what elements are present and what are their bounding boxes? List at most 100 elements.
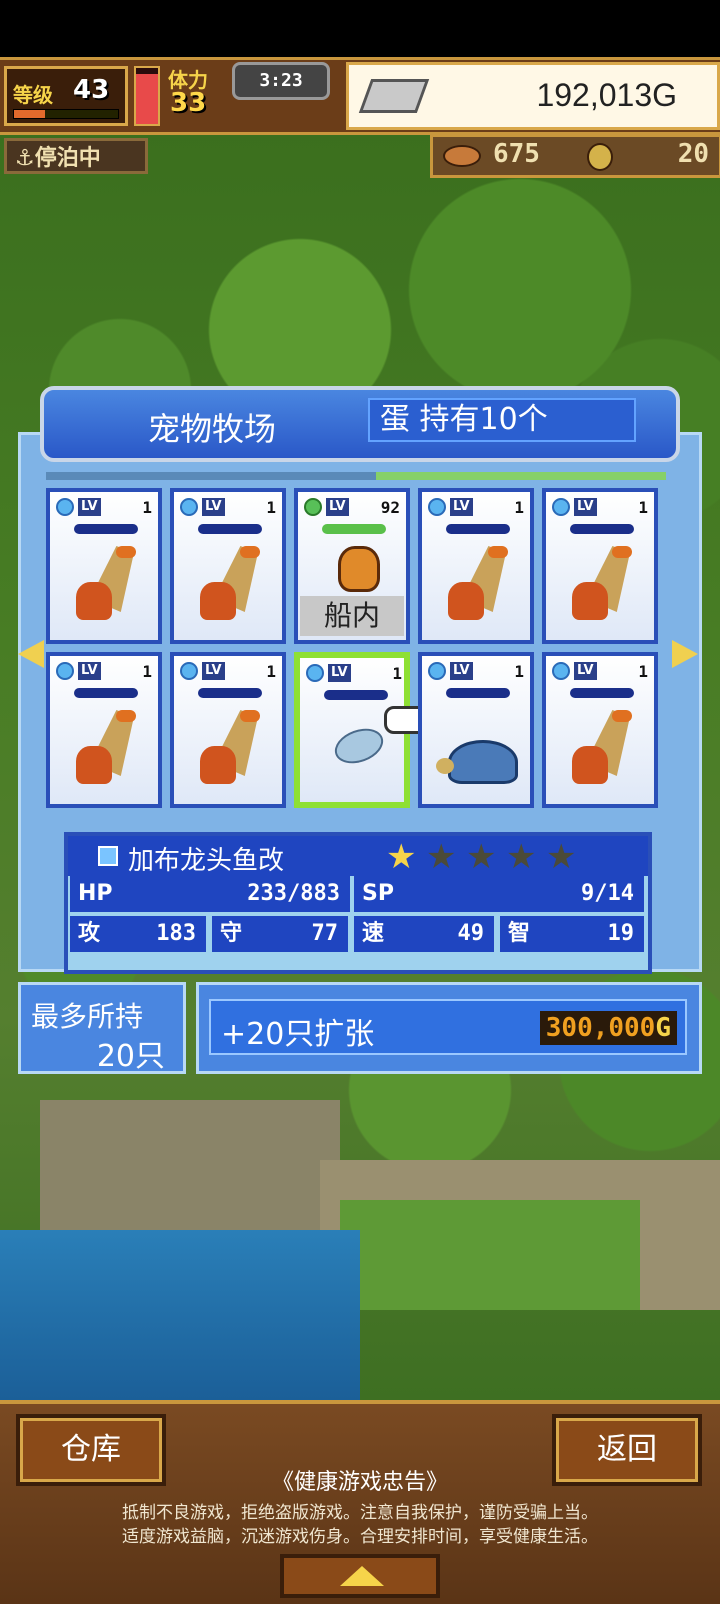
hermit-crab-sprite-icon	[572, 546, 636, 622]
sp-value: 9/14	[581, 881, 634, 906]
level-label: LV	[450, 662, 473, 680]
anchor-icon: ⚓	[15, 146, 35, 171]
expand-menu-button[interactable]	[280, 1554, 440, 1598]
on-ship-tag: 船内	[300, 596, 404, 636]
pet-card[interactable]: LV 1	[418, 652, 534, 808]
exp-bar	[13, 109, 119, 119]
water-element-icon	[552, 498, 570, 516]
hermit-crab-sprite-icon	[76, 546, 140, 622]
level-tag: LV 1	[428, 498, 524, 518]
pet-card[interactable]: LV 1	[170, 488, 286, 644]
level-tag: LV 1	[306, 664, 402, 684]
defense-label: 守	[220, 921, 243, 946]
water-element-icon	[98, 846, 118, 866]
star-empty-icon: ★	[426, 837, 457, 877]
speed-value: 49	[457, 921, 485, 946]
pet-hp-bar	[446, 524, 510, 534]
silver-bar-icon	[358, 79, 430, 113]
level-number: 1	[266, 498, 276, 517]
level-number: 1	[392, 664, 402, 683]
gold-value: 192,013G	[536, 77, 677, 113]
expand-price-value: 300,000	[545, 1013, 656, 1043]
pet-card[interactable]: LV 92 船内	[294, 488, 410, 644]
level-label: LV	[78, 662, 101, 680]
pet-hp-bar	[570, 688, 634, 698]
pet-info-box: 加布龙头鱼改 ★ ★ ★ ★ ★ HP 233/883 SP 9/14 攻 183 守 …	[64, 832, 652, 974]
arrow-up-icon	[340, 1566, 384, 1586]
pet-card[interactable]: LV 1	[46, 488, 162, 644]
prev-page-arrow-icon[interactable]	[18, 640, 44, 668]
water-element-icon	[428, 498, 446, 516]
pet-name: 加布龙头鱼改	[128, 846, 285, 876]
water-element-icon	[180, 498, 198, 516]
level-number: 92	[380, 498, 400, 517]
resource-display: 675 20	[430, 134, 720, 178]
anchor-label: 停泊中	[34, 146, 101, 171]
scrollbar-thumb[interactable]	[376, 472, 666, 480]
hermit-crab-sprite-icon	[76, 710, 140, 786]
status-bar: 等级 43 体力 33 3:23 192,013G	[0, 57, 720, 135]
speed-stat: 速 49	[354, 916, 494, 952]
fish-count: 675	[493, 139, 540, 169]
pet-hp-bar	[446, 688, 510, 698]
hp-value: 233/883	[247, 881, 340, 906]
health-notice-line: 抵制不良游戏，拒绝盗版游戏。注意自我保护，谨防受骗上当。	[122, 1503, 598, 1523]
water-element-icon	[180, 662, 198, 680]
water-element-icon	[56, 662, 74, 680]
star-empty-icon: ★	[506, 837, 537, 877]
expand-box: +20只扩张 300,000G	[196, 982, 702, 1074]
level-tag: LV 1	[180, 662, 276, 682]
star-empty-icon: ★	[546, 837, 577, 877]
level-tag: LV 1	[552, 662, 648, 682]
level-label: LV	[78, 498, 101, 516]
expand-capacity-button[interactable]: +20只扩张 300,000G	[209, 999, 687, 1055]
defense-stat: 守 77	[212, 916, 348, 952]
stamina-value: 33	[170, 88, 207, 118]
water-element-icon	[306, 664, 324, 682]
level-label: LV	[450, 498, 473, 516]
next-page-arrow-icon[interactable]	[672, 640, 698, 668]
pet-card[interactable]: LV 1	[418, 488, 534, 644]
level-badge: 等级 43	[4, 66, 128, 126]
water-element-icon	[56, 498, 74, 516]
sp-stat: SP 9/14	[354, 876, 644, 912]
health-notice-title: 《健康游戏忠告》	[271, 1470, 448, 1495]
panel-header: 宠物牧场 蛋 持有10个	[40, 386, 680, 462]
pet-card[interactable]: LV 1	[294, 652, 434, 808]
hermit-crab-sprite-icon	[572, 710, 636, 786]
level-number: 1	[142, 498, 152, 517]
expand-label: +20只扩张	[221, 1017, 375, 1052]
footer-bar: 仓库 返回 《健康游戏忠告》 抵制不良游戏，拒绝盗版游戏。注意自我保护，谨防受骗…	[0, 1400, 720, 1604]
level-tag: LV 1	[180, 498, 276, 518]
page-scrollbar[interactable]	[46, 472, 666, 480]
page-title: 宠物牧场	[148, 410, 277, 448]
pet-card[interactable]: LV 1	[542, 488, 658, 644]
pet-card[interactable]: LV 1	[46, 652, 162, 808]
stamina-timer: 3:23	[232, 62, 330, 100]
attack-label: 攻	[78, 921, 101, 946]
turtle-sprite-icon	[436, 710, 518, 786]
level-label: LV	[202, 662, 225, 680]
star-filled-icon: ★	[386, 837, 417, 877]
level-number: 1	[266, 662, 276, 681]
pet-card[interactable]: LV 1	[170, 652, 286, 808]
expand-price: 300,000G	[539, 1011, 677, 1045]
egg-count[interactable]: 蛋 持有10个	[368, 398, 636, 442]
leaf-element-icon	[304, 498, 322, 516]
max-capacity-value: 20只	[96, 1039, 165, 1074]
level-tag: LV 1	[56, 662, 152, 682]
hp-label: HP	[78, 881, 113, 906]
pet-card[interactable]: LV 1	[542, 652, 658, 808]
anchor-status[interactable]: ⚓停泊中	[4, 138, 148, 174]
level-tag: LV 1	[552, 498, 648, 518]
gold-unit-icon: G	[655, 1013, 671, 1043]
pet-hp-bar	[198, 688, 262, 698]
defense-value: 77	[311, 921, 339, 946]
pet-hp-bar	[74, 524, 138, 534]
pet-hp-bar	[570, 524, 634, 534]
hermit-crab-sprite-icon	[200, 710, 264, 786]
max-capacity-label: 最多所持	[31, 1000, 144, 1033]
hermit-crab-sprite-icon	[448, 546, 512, 622]
grass-terrain	[340, 1200, 640, 1310]
level-number: 1	[638, 662, 648, 681]
